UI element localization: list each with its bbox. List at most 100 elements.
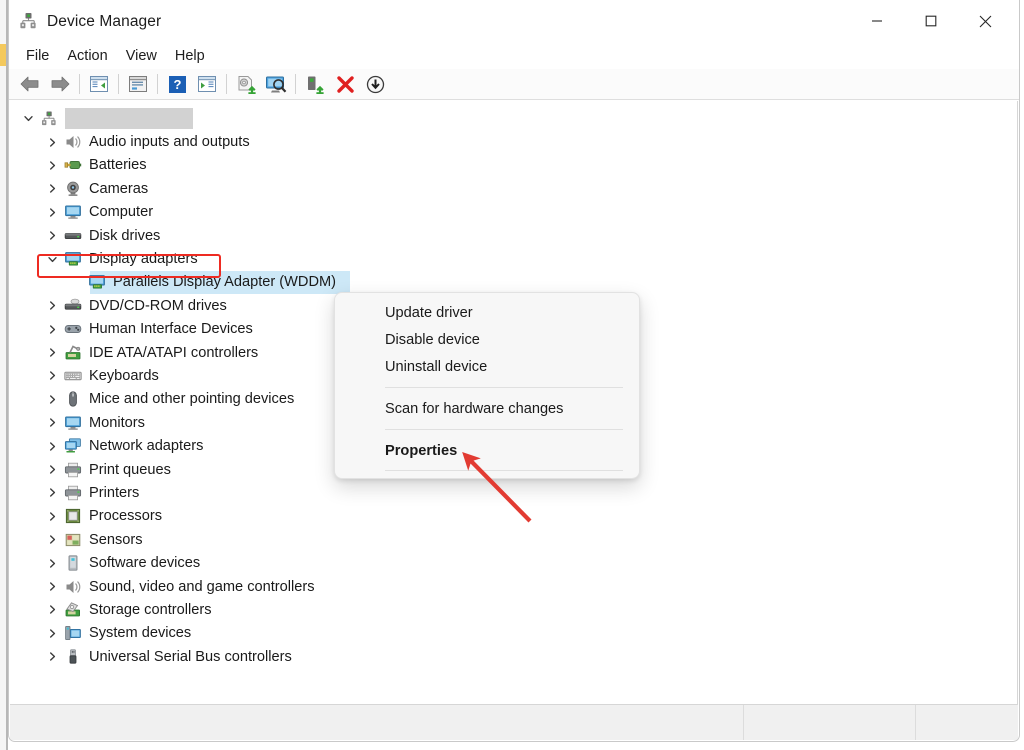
tree-item-label: Keyboards <box>89 367 159 384</box>
chevron-right-icon[interactable] <box>46 393 58 405</box>
chevron-right-icon[interactable] <box>46 604 58 616</box>
chevron-right-icon[interactable] <box>46 347 58 359</box>
tree-item-parallels-display-adapter[interactable]: Parallels Display Adapter (WDDM) <box>10 270 1017 294</box>
chevron-right-icon[interactable] <box>46 440 58 452</box>
tree-item-storage-controllers[interactable]: Storage controllers <box>10 598 1017 621</box>
tree-item-cameras[interactable]: Cameras <box>10 177 1017 200</box>
status-bar-pane-2 <box>744 705 916 740</box>
chevron-right-icon[interactable] <box>46 370 58 382</box>
disk-drive-icon <box>64 227 82 245</box>
title-bar[interactable]: Device Manager <box>9 0 1019 43</box>
chevron-right-icon[interactable] <box>46 651 58 663</box>
show-hide-console-tree-icon[interactable] <box>84 71 114 97</box>
printer-icon <box>64 461 82 479</box>
tree-item-label: DVD/CD-ROM drives <box>89 297 227 314</box>
monitor-icon <box>64 414 82 432</box>
uninstall-device-icon[interactable] <box>330 71 360 97</box>
tree-item-sensors[interactable]: Sensors <box>10 528 1017 551</box>
storage-controller-icon <box>64 601 82 619</box>
chevron-down-icon[interactable] <box>22 113 34 125</box>
chevron-right-icon[interactable] <box>46 510 58 522</box>
tree-item-universal-serial-bus-controllers[interactable]: Universal Serial Bus controllers <box>10 645 1017 668</box>
tree-item-label: IDE ATA/ATAPI controllers <box>89 344 259 361</box>
tree-item-sound-video-and-game-controllers[interactable]: Sound, video and game controllers <box>10 575 1017 598</box>
mouse-icon <box>64 390 82 408</box>
printer-icon <box>64 484 82 502</box>
tree-item-audio-inputs-and-outputs[interactable]: Audio inputs and outputs <box>10 130 1017 153</box>
maximize-button[interactable] <box>908 0 954 42</box>
menu-item-view[interactable]: View <box>117 45 166 67</box>
redacted-computer-name <box>65 108 193 130</box>
menu-bar: File Action View Help <box>9 43 1019 69</box>
tree-item-label: Processors <box>89 508 162 525</box>
context-menu-underline <box>385 470 623 471</box>
tree-item-processors[interactable]: Processors <box>10 505 1017 528</box>
chevron-right-icon[interactable] <box>46 581 58 593</box>
tree-item-label: Cameras <box>89 180 149 197</box>
disable-device-icon[interactable] <box>300 71 330 97</box>
status-bar-pane-3 <box>916 705 1018 740</box>
computer-root-icon <box>40 110 58 128</box>
tree-item-software-devices[interactable]: Software devices <box>10 551 1017 574</box>
monitor-icon <box>64 203 82 221</box>
display-adapter-icon <box>88 273 106 291</box>
tree-root-node[interactable] <box>10 107 1017 130</box>
chevron-down-icon[interactable] <box>46 253 58 265</box>
chevron-right-icon[interactable] <box>46 183 58 195</box>
status-bar-message <box>10 705 744 740</box>
tree-item-label: Sensors <box>89 531 143 548</box>
chevron-right-icon[interactable] <box>46 534 58 546</box>
context-menu-item-uninstall-device[interactable]: Uninstall device <box>335 353 639 380</box>
tree-item-label: Software devices <box>89 555 201 572</box>
chevron-right-icon[interactable] <box>46 557 58 569</box>
back-arrow-icon[interactable] <box>15 71 45 97</box>
tree-item-batteries[interactable]: Batteries <box>10 154 1017 177</box>
tree-item-disk-drives[interactable]: Disk drives <box>10 224 1017 247</box>
chevron-right-icon[interactable] <box>46 136 58 148</box>
tree-item-printers[interactable]: Printers <box>10 481 1017 504</box>
tree-item-label: Monitors <box>89 414 145 431</box>
enable-device-icon[interactable] <box>360 71 390 97</box>
device-manager-icon <box>18 11 38 31</box>
svg-text:?: ? <box>173 77 181 92</box>
forward-arrow-icon[interactable] <box>45 71 75 97</box>
help-icon[interactable]: ? <box>162 71 192 97</box>
menu-item-help[interactable]: Help <box>166 45 214 67</box>
tree-item-computer[interactable]: Computer <box>10 201 1017 224</box>
tree-item-label: Universal Serial Bus controllers <box>89 648 292 665</box>
context-menu-item-properties[interactable]: Properties <box>335 437 639 464</box>
action-pane-icon[interactable] <box>192 71 222 97</box>
menu-item-file[interactable]: File <box>17 45 58 67</box>
chevron-right-icon[interactable] <box>46 464 58 476</box>
context-menu-item-scan-for-hardware-changes[interactable]: Scan for hardware changes <box>335 395 639 422</box>
context-menu-item-disable-device[interactable]: Disable device <box>335 326 639 353</box>
menu-item-action[interactable]: Action <box>58 45 116 67</box>
tree-item-label: Computer <box>89 204 154 221</box>
chevron-right-icon[interactable] <box>46 417 58 429</box>
system-device-icon <box>64 624 82 642</box>
chevron-right-icon[interactable] <box>46 230 58 242</box>
properties-window-icon[interactable] <box>123 71 153 97</box>
chevron-right-icon[interactable] <box>46 487 58 499</box>
chevron-right-icon[interactable] <box>46 627 58 639</box>
display-adapter-icon <box>64 250 82 268</box>
keyboard-icon <box>64 367 82 385</box>
chevron-right-icon[interactable] <box>46 323 58 335</box>
toolbar-separator-4 <box>226 74 227 94</box>
toolbar: ? <box>9 69 1019 100</box>
update-driver-icon[interactable] <box>231 71 261 97</box>
scan-for-hardware-changes-icon[interactable] <box>261 71 291 97</box>
tree-item-label: Printers <box>89 484 140 501</box>
close-button[interactable] <box>962 0 1008 42</box>
context-menu-separator-2 <box>385 429 623 430</box>
tree-item-label: System devices <box>89 625 192 642</box>
tree-item-display-adapters[interactable]: Display adapters <box>10 247 1017 270</box>
chevron-right-icon[interactable] <box>46 300 58 312</box>
usb-icon <box>64 648 82 666</box>
chevron-right-icon[interactable] <box>46 206 58 218</box>
context-menu-item-update-driver[interactable]: Update driver <box>335 299 639 326</box>
minimize-button[interactable] <box>854 0 900 42</box>
toolbar-separator-3 <box>157 74 158 94</box>
tree-item-system-devices[interactable]: System devices <box>10 622 1017 645</box>
chevron-right-icon[interactable] <box>46 159 58 171</box>
